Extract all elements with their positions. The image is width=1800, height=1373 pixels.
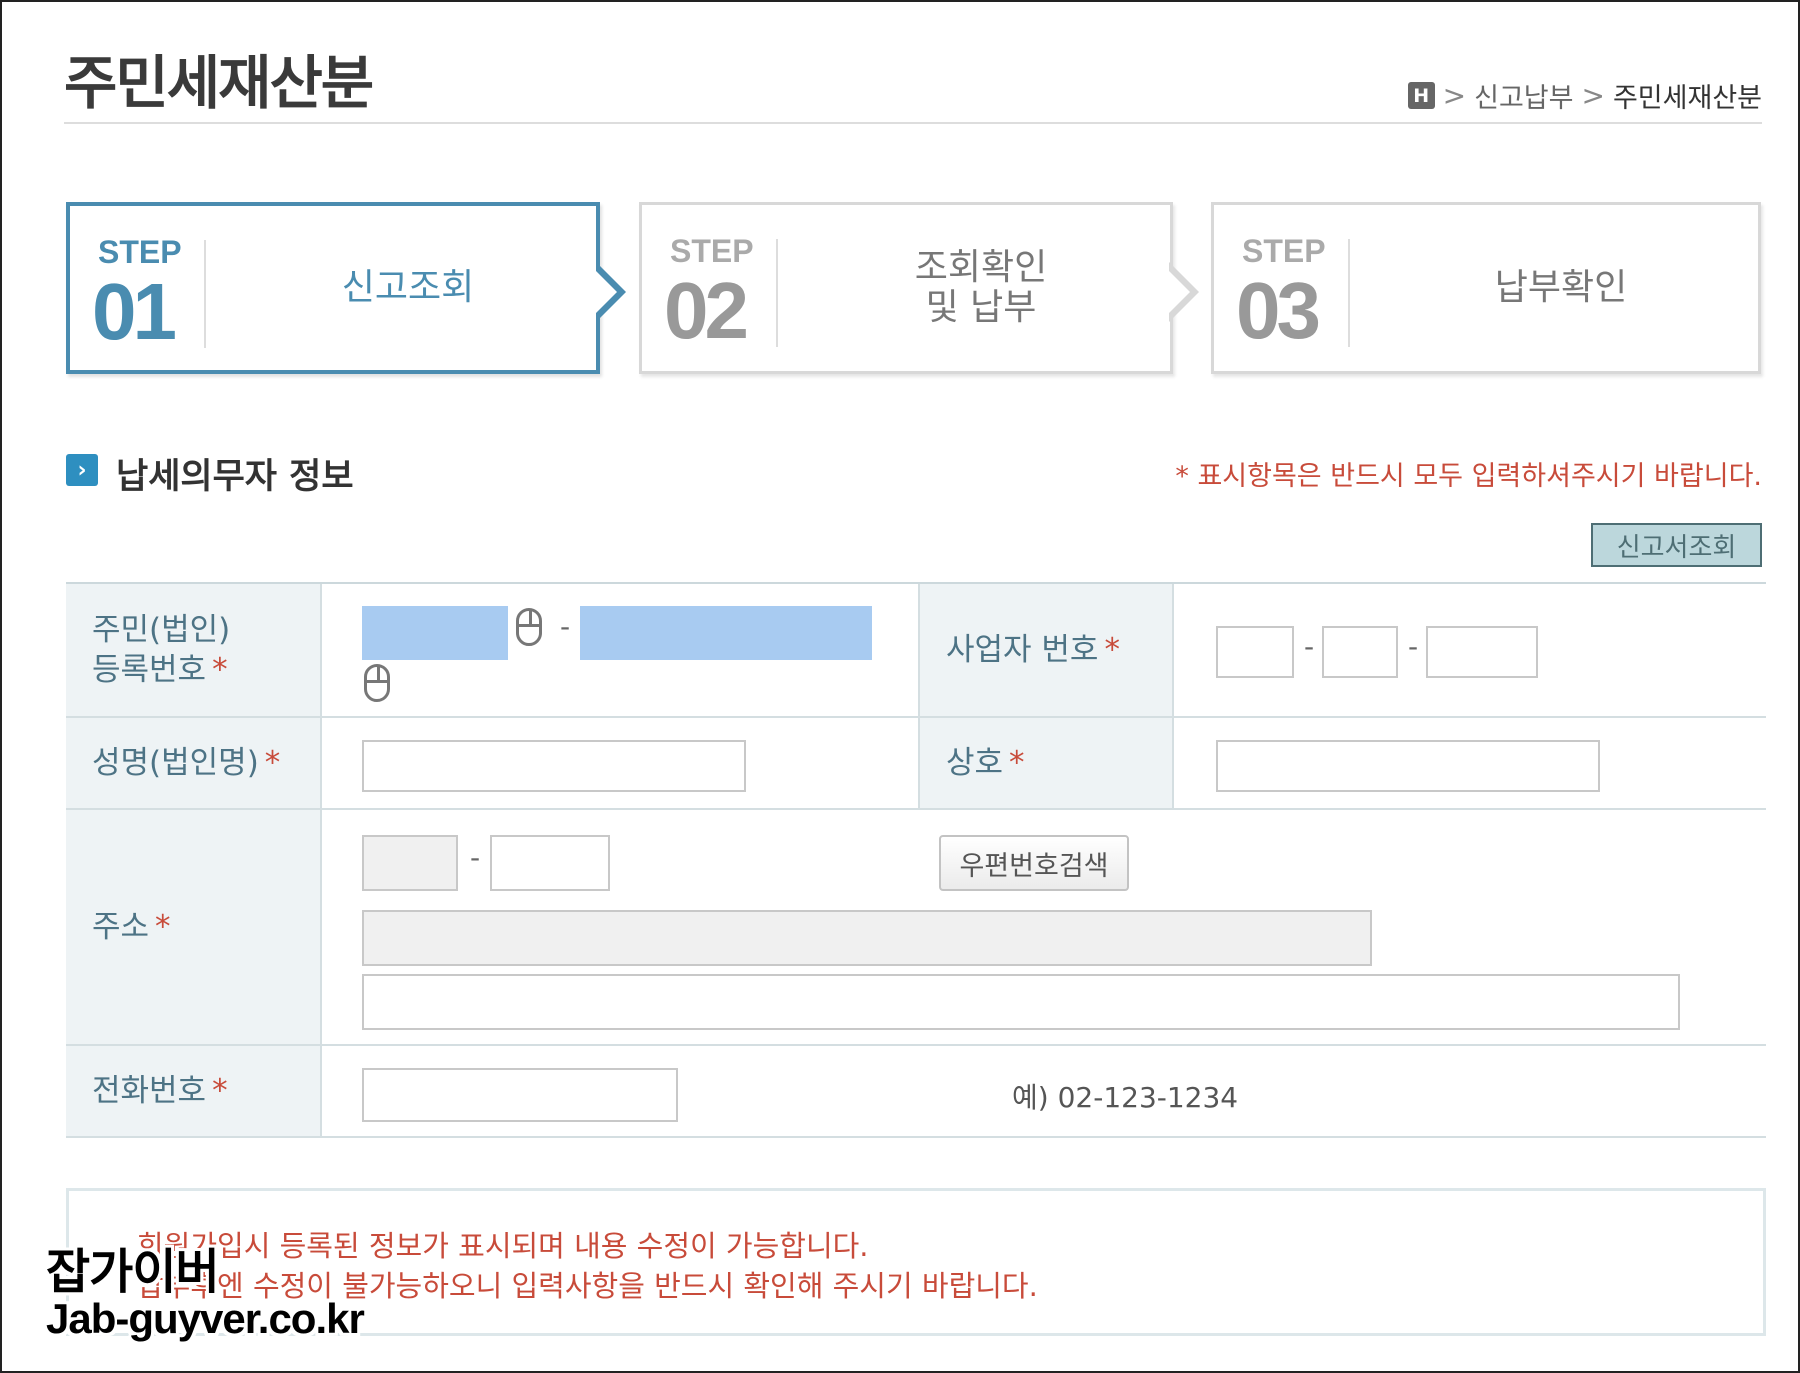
step-number: 03 [1236, 266, 1321, 355]
business-number-part2-input[interactable] [1322, 626, 1398, 678]
business-number-cell: - - [1174, 584, 1766, 716]
dash-separator: - [1408, 630, 1419, 663]
breadcrumb-item-filing[interactable]: 신고납부 [1474, 76, 1573, 115]
step-arrow-icon [1166, 262, 1199, 322]
zip-search-button[interactable]: 우편번호검색 [939, 835, 1129, 891]
resident-number-label: 주민(법인) 등록번호 * [66, 584, 322, 716]
required-note: * 표시항목은 반드시 모두 입력하셔주시기 바랍니다. [1175, 461, 1762, 492]
required-mark: * [212, 1073, 228, 1109]
breadcrumb-separator-icon: > [1581, 79, 1605, 112]
page-frame: 주민세재산분 H > 신고납부 > 주민세재산분 STEP 01 신고조회 ST… [0, 0, 1800, 1373]
step-divider [1348, 239, 1350, 347]
step-arrow-icon [593, 262, 626, 322]
name-label-text: 성명(법인명) [92, 745, 259, 781]
step-label: 신고조회 [341, 267, 475, 308]
address-line1-input[interactable] [362, 910, 1372, 966]
business-number-label: 사업자 번호 * [920, 584, 1174, 716]
step-3: STEP 03 납부확인 [1211, 202, 1761, 374]
dash-separator: - [1304, 630, 1315, 663]
form-row-ids: 주민(법인) 등록번호 * - 사업자 번호 * - - [66, 584, 1766, 718]
company-label-text: 상호 [946, 745, 1004, 781]
breadcrumb-item-current: 주민세재산분 [1612, 83, 1762, 114]
form-row-address: 주소 * - 우편번호검색 [66, 810, 1766, 1046]
name-cell [322, 718, 920, 808]
required-mark: * [1104, 632, 1120, 668]
resident-number-back-input[interactable] [580, 606, 872, 660]
required-mark: * [212, 652, 228, 688]
zip-code-part2-input[interactable] [490, 835, 610, 891]
business-number-part3-input[interactable] [1426, 626, 1538, 678]
zip-code-part1-input[interactable] [362, 835, 458, 891]
home-icon[interactable]: H [1407, 82, 1435, 109]
lookup-report-button[interactable]: 신고서조회 [1591, 523, 1762, 567]
watermark-name: 잡가이버 [46, 1244, 220, 1300]
mouse-icon [364, 664, 390, 702]
breadcrumb-separator-icon: > [1442, 79, 1467, 112]
section-title: 납세의무자 정보 [116, 457, 354, 497]
chevron-right-icon: › [66, 454, 98, 486]
phone-example: 예) 02-123-1234 [1012, 1081, 1239, 1114]
dash-separator: - [560, 610, 571, 643]
address-label-text: 주소 [92, 909, 150, 945]
step-number: 02 [664, 266, 749, 355]
step-label: 납부확인 [1494, 267, 1628, 308]
mouse-icon [516, 608, 542, 646]
form-row-phone: 전화번호 * 예) 02-123-1234 [66, 1046, 1766, 1138]
name-label: 성명(법인명) * [66, 718, 322, 808]
company-label: 상호 * [920, 718, 1174, 808]
breadcrumb: H > 신고납부 > 주민세재산분 [1407, 76, 1762, 115]
step-divider [204, 240, 206, 348]
company-cell [1174, 718, 1766, 808]
title-divider [64, 122, 1762, 124]
taxpayer-form: 주민(법인) 등록번호 * - 사업자 번호 * - - 성명(법인명) * 상… [66, 582, 1766, 1138]
business-number-part1-input[interactable] [1216, 626, 1294, 678]
phone-cell: 예) 02-123-1234 [322, 1046, 1766, 1136]
name-input[interactable] [362, 740, 746, 792]
page-title: 주민세재산분 [64, 49, 374, 117]
required-mark: * [264, 745, 281, 781]
step-number: 01 [92, 267, 177, 356]
step-2: STEP 02 조회확인 및 납부 [639, 202, 1173, 374]
step-1: STEP 01 신고조회 [66, 202, 600, 374]
resident-number-cell: - [322, 584, 920, 716]
required-mark: * [1009, 745, 1025, 781]
phone-input[interactable] [362, 1068, 678, 1122]
business-number-label-text: 사업자 번호 [946, 632, 1099, 668]
required-mark: * [155, 909, 171, 945]
resident-number-front-input[interactable] [362, 606, 508, 660]
form-row-name: 성명(법인명) * 상호 * [66, 718, 1766, 810]
phone-label: 전화번호 * [66, 1046, 322, 1136]
notice-line: 회원가입시 등록된 정보가 표시되며 내용 수정이 가능합니다. [137, 1229, 869, 1263]
step-divider [776, 239, 778, 347]
address-cell: - 우편번호검색 [322, 810, 1766, 1044]
step-label: 조회확인 및 납부 [914, 247, 1048, 328]
company-input[interactable] [1216, 740, 1600, 792]
phone-label-text: 전화번호 [92, 1073, 207, 1109]
resident-number-label-text: 주민(법인) 등록번호 [92, 612, 231, 688]
address-label: 주소 * [66, 810, 322, 1044]
watermark-url: Jab-guyver.co.kr [46, 1295, 365, 1342]
dash-separator: - [470, 841, 481, 874]
address-line2-input[interactable] [362, 974, 1680, 1030]
